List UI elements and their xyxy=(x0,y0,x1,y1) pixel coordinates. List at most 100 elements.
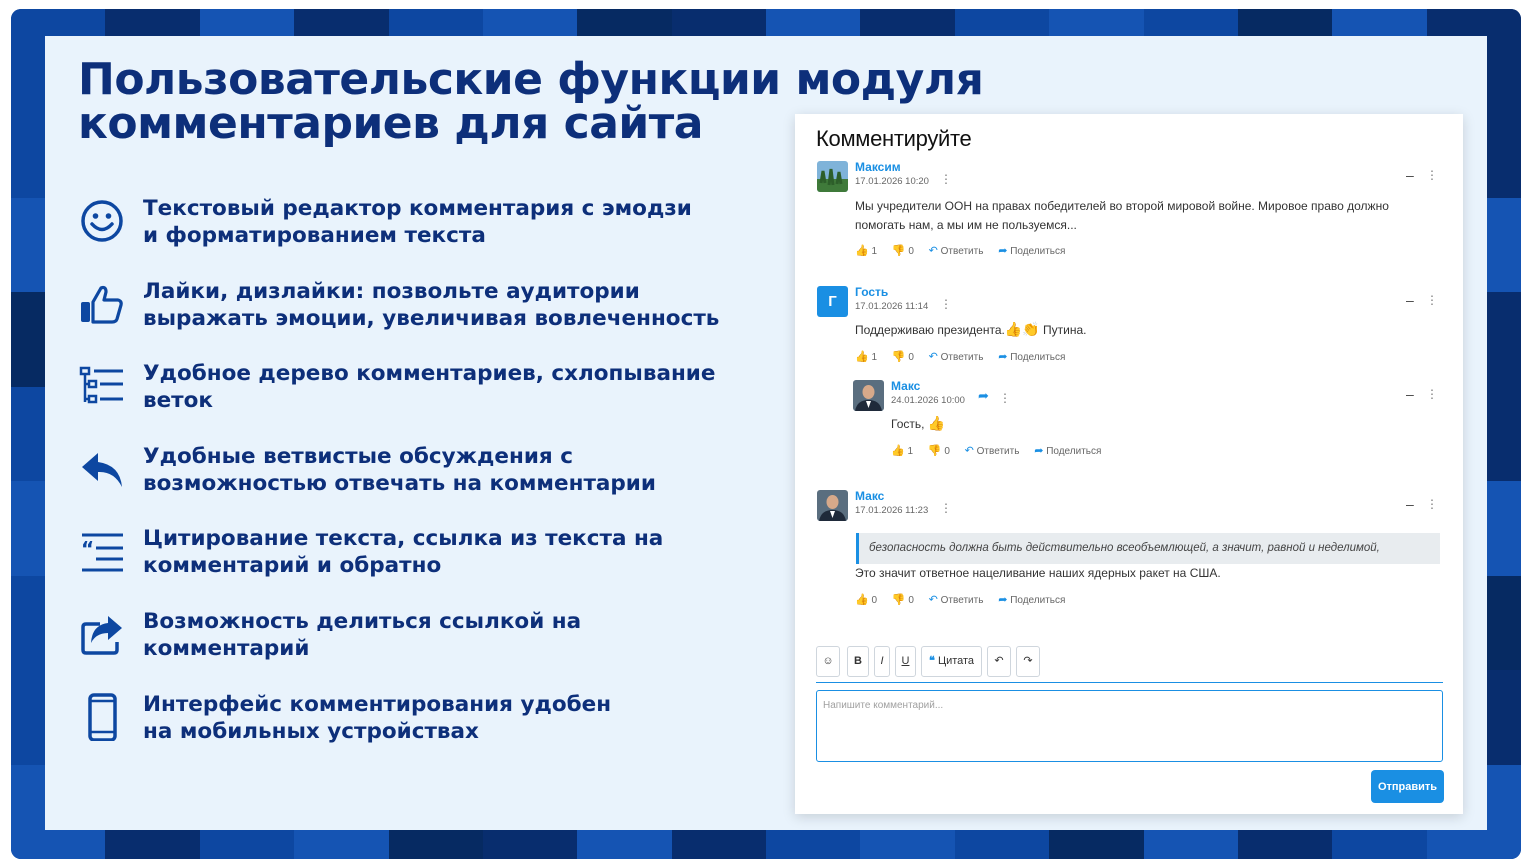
share-button[interactable]: ➦ Поделиться xyxy=(998,593,1065,606)
share-button[interactable]: ➦ Поделиться xyxy=(998,350,1065,363)
quote-block[interactable]: безопасность должна быть действительно в… xyxy=(856,533,1440,564)
comment-actions: 👍 1 👎 0 ↶ Ответить ➦ Поделиться xyxy=(855,244,1077,257)
clapping-hands-emoji-icon: 👏 xyxy=(1022,321,1040,337)
share-button[interactable]: ➦ Поделиться xyxy=(1034,444,1101,457)
collapse-icon[interactable]: – xyxy=(1406,496,1414,512)
svg-text:“: “ xyxy=(81,537,94,561)
collapse-icon[interactable]: – xyxy=(1406,292,1414,308)
more-menu-icon[interactable]: ⋮ xyxy=(1426,497,1438,511)
comment-text-part: Гость, xyxy=(891,417,925,431)
feature-text-line-1: Лайки, дизлайки: позвольте аудитории xyxy=(143,278,640,304)
underline-button[interactable]: U xyxy=(895,646,916,677)
more-menu-icon[interactable]: ⋮ xyxy=(1426,293,1438,307)
share-label: Поделиться xyxy=(1010,352,1066,363)
comment-text: Гость, 👍 xyxy=(891,414,945,434)
feature-text-line-2: выражать эмоции, увеличивая вовлеченност… xyxy=(143,305,720,331)
comment-actions: 👍 0 👎 0 ↶ Ответить ➦ Поделиться xyxy=(855,593,1077,606)
reply-button[interactable]: ↶ Ответить xyxy=(929,244,984,257)
date-menu-icon[interactable]: ⋮ xyxy=(940,501,952,515)
reply-button[interactable]: ↶ Ответить xyxy=(965,444,1020,457)
widget-title: Комментируйте xyxy=(816,126,972,151)
undo-button[interactable]: ↶ xyxy=(987,646,1011,677)
reply-icon: ↶ xyxy=(928,594,938,606)
redo-button[interactable]: ↷ xyxy=(1016,646,1040,677)
comment-text-line: помогать нам, а мы им не пользуемся... xyxy=(855,218,1077,232)
reply-icon: ↶ xyxy=(928,245,938,257)
date-menu-icon[interactable]: ⋮ xyxy=(940,297,952,311)
dislike-count: 0 xyxy=(944,446,950,457)
comment-text: Поддерживаю президента.👍👏 Путина. xyxy=(855,320,1087,340)
dislike-button[interactable]: 👎 0 xyxy=(928,444,950,457)
comment-text-part: Поддерживаю президента. xyxy=(855,323,1005,337)
quote-button[interactable]: ❝ Цитата xyxy=(921,646,982,677)
thumbs-down-icon: 👎 xyxy=(891,351,906,363)
thumbs-up-icon xyxy=(78,280,126,328)
feature-list: Текстовый редактор комментария с эмодзи и… xyxy=(78,193,758,771)
feature-text-line-1: Цитирование текста, ссылка из текста на xyxy=(143,526,664,552)
like-count: 1 xyxy=(871,352,878,363)
feature-item: Интерфейс комментирования удобен на мобил… xyxy=(78,689,758,772)
reply-to-icon[interactable]: ➦ xyxy=(978,388,989,404)
reply-button[interactable]: ↶ Ответить xyxy=(929,350,984,363)
feature-text-line-1: Удобные ветвистые обсуждения с xyxy=(143,443,573,469)
feature-item: Удобные ветвистые обсуждения с возможност… xyxy=(78,441,758,524)
comment-actions: 👍 1 👎 0 ↶ Ответить ➦ Поделиться xyxy=(855,350,1077,363)
toolbar-divider xyxy=(816,682,1443,683)
comment-widget: Комментируйте Максим 17.01.2026 10:20 ⋮ … xyxy=(795,114,1463,814)
thumbs-up-emoji-icon: 👍 xyxy=(927,415,946,431)
comment-text-part: Путина. xyxy=(1039,323,1087,337)
feature-item: Лайки, дизлайки: позвольте аудитории выра… xyxy=(78,276,758,359)
date-menu-icon[interactable]: ⋮ xyxy=(999,391,1011,405)
share-icon: ➦ xyxy=(998,594,1008,606)
dislike-button[interactable]: 👎 0 xyxy=(892,350,914,363)
like-button[interactable]: 👍 0 xyxy=(855,593,877,606)
comment-item: Макс 24.01.2026 10:00 ➦ ⋮ – ⋮ Гость, 👍 👍… xyxy=(853,379,1442,460)
avatar: Г xyxy=(817,286,848,317)
collapse-icon[interactable]: – xyxy=(1406,386,1414,402)
thumbs-up-icon: 👍 xyxy=(855,594,869,606)
comment-date: 17.01.2026 11:23 xyxy=(855,505,929,516)
like-button[interactable]: 👍 1 xyxy=(855,244,877,257)
share-icon: ➦ xyxy=(998,351,1008,363)
reply-icon: ↶ xyxy=(928,351,938,363)
comment-input[interactable] xyxy=(816,690,1443,762)
more-menu-icon[interactable]: ⋮ xyxy=(1426,168,1438,182)
thumbs-up-emoji-icon: 👍 xyxy=(1004,321,1023,337)
comment-author[interactable]: Максим xyxy=(855,160,901,174)
comment-item: Г Гость 17.01.2026 11:14 ⋮ – ⋮ Поддержив… xyxy=(817,285,1442,366)
like-count: 1 xyxy=(871,246,878,257)
collapse-icon[interactable]: – xyxy=(1406,167,1414,183)
dislike-button[interactable]: 👎 0 xyxy=(892,244,914,257)
feature-text-line-2: веток xyxy=(143,388,214,414)
thumbs-down-icon: 👎 xyxy=(891,245,906,257)
date-menu-icon[interactable]: ⋮ xyxy=(940,172,952,186)
quote-lines-icon: “ xyxy=(78,527,126,575)
more-menu-icon[interactable]: ⋮ xyxy=(1426,387,1438,401)
share-box-icon xyxy=(78,610,126,658)
mobile-phone-icon xyxy=(78,692,126,742)
reply-label: Ответить xyxy=(940,246,984,257)
feature-text-line-2: и форматированием текста xyxy=(143,223,486,248)
reply-button[interactable]: ↶ Ответить xyxy=(929,593,984,606)
comment-actions: 👍 1 👎 0 ↶ Ответить ➦ Поделиться xyxy=(891,444,1113,457)
like-button[interactable]: 👍 1 xyxy=(855,350,877,363)
share-button[interactable]: ➦ Поделиться xyxy=(998,244,1065,257)
comment-author[interactable]: Макс xyxy=(891,379,920,393)
comment-author[interactable]: Макс xyxy=(855,489,884,503)
like-button[interactable]: 👍 1 xyxy=(891,444,913,457)
quote-icon: ❝ xyxy=(928,655,935,667)
dislike-button[interactable]: 👎 0 xyxy=(892,593,914,606)
italic-button[interactable]: I xyxy=(874,646,890,677)
comment-text-line: Мы учредители ООН на правах победителей … xyxy=(855,199,1389,213)
comment-date: 17.01.2026 11:14 xyxy=(855,301,929,312)
smiley-icon: ☺ xyxy=(822,655,834,667)
comment-text: Это значит ответное нацеливание наших яд… xyxy=(855,566,1221,580)
comment-author[interactable]: Гость xyxy=(855,285,888,299)
feature-item: “ Цитирование текста, ссылка из текста н… xyxy=(78,523,758,606)
feature-text-line-2: на мобильных устройствах xyxy=(143,718,479,744)
comment-text: Мы учредители ООН на правах победителей … xyxy=(855,197,1389,235)
emoji-button[interactable]: ☺ xyxy=(816,646,840,677)
send-button[interactable]: Отправить xyxy=(1371,770,1444,803)
bold-button[interactable]: B xyxy=(847,646,869,677)
avatar xyxy=(853,380,884,411)
